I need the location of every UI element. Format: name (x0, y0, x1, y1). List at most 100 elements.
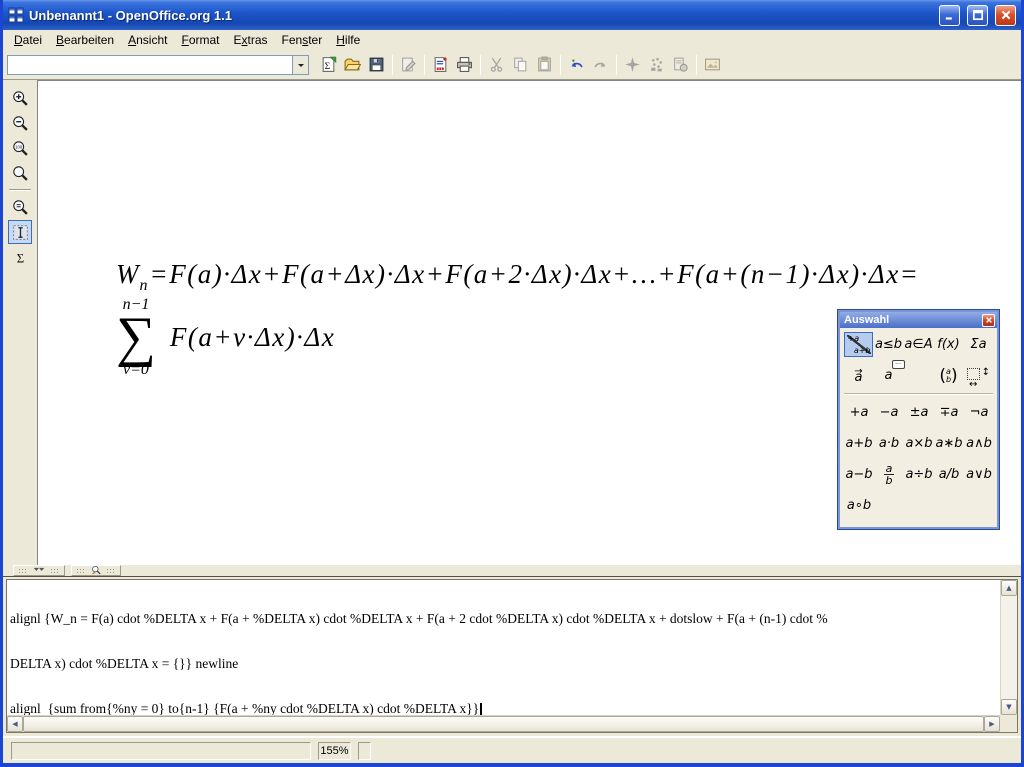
maximize-button[interactable] (967, 5, 988, 26)
palette-symbol-button[interactable]: ¬a (965, 400, 994, 425)
undo-icon (568, 56, 585, 73)
zoom-out-icon (12, 115, 29, 132)
edit-file-button (397, 53, 420, 76)
palette-symbol-button[interactable]: a×b (905, 431, 934, 456)
save-button[interactable] (365, 53, 388, 76)
toolbar-separator (480, 55, 481, 75)
close-button[interactable] (995, 5, 1016, 26)
zoom-100-icon: 100 (12, 140, 29, 157)
palette-symbol-button[interactable]: a÷b (905, 462, 934, 487)
palette-symbol-button[interactable]: ∓a (935, 400, 964, 425)
minimize-button[interactable] (939, 5, 960, 26)
undo-button[interactable] (565, 53, 588, 76)
insert-object-button (669, 53, 692, 76)
scroll-right-button[interactable]: ▶ (984, 716, 1000, 732)
open-button[interactable] (341, 53, 364, 76)
toolbar-separator (392, 55, 393, 75)
command-line: DELTA x) cdot %DELTA x = {}} newline (10, 656, 997, 671)
update-view-button[interactable] (8, 195, 32, 219)
horizontal-scrollbar[interactable]: ◀ ▶ (7, 715, 1000, 732)
splitter-bar[interactable] (3, 565, 1021, 577)
palette-category-brackets[interactable]: (ab) (934, 363, 963, 388)
palette-symbol-button[interactable]: ab (875, 462, 904, 487)
new-formula-button[interactable]: Σ (317, 53, 340, 76)
palette-symbol-button[interactable]: +a (845, 400, 874, 425)
chevron-down-icon (32, 567, 46, 574)
formula-source-editor[interactable]: alignl {W_n = F(a) cdot %DELTA x + F(a +… (7, 580, 1000, 715)
grip-dots (50, 568, 60, 574)
palette-title: Auswahl (844, 314, 982, 326)
palette-category-formats[interactable]: ↕↔ (964, 363, 993, 388)
url-combobox[interactable] (7, 55, 309, 75)
grip-dots (106, 568, 116, 574)
menu-extras[interactable]: Extras (227, 31, 275, 49)
hide-commands-handle[interactable] (13, 565, 65, 576)
zoom-in-icon (12, 90, 29, 107)
close-icon (1000, 9, 1012, 21)
formula-cursor-button[interactable] (8, 220, 32, 244)
menu-bearbeiten[interactable]: Bearbeiten (49, 31, 121, 49)
binom-bracket-icon: (ab) (939, 366, 957, 386)
palette-symbol-button[interactable]: −a (875, 400, 904, 425)
menu-hilfe[interactable]: Hilfe (329, 31, 367, 49)
title-bar: Unbenannt1 - OpenOffice.org 1.1 (3, 0, 1021, 30)
palette-symbol-button[interactable]: ±a (905, 400, 934, 425)
palette-category-functions[interactable]: f(x) (934, 332, 963, 357)
palette-symbol-button[interactable]: a∘b (845, 493, 874, 518)
url-input[interactable] (8, 56, 292, 74)
scroll-track[interactable] (1001, 596, 1017, 699)
palette-category-attributes[interactable]: →a (844, 363, 873, 388)
palette-close-button[interactable] (982, 314, 995, 327)
menu-format[interactable]: Format (174, 31, 226, 49)
palette-symbol-button[interactable]: a+b (845, 431, 874, 456)
edit-doc-icon (400, 56, 417, 73)
gallery-button (701, 53, 724, 76)
export-doc-icon (432, 56, 449, 73)
scroll-up-button[interactable]: ▲ (1001, 580, 1017, 596)
navigator-button (621, 53, 644, 76)
splitter-tool-handle[interactable] (71, 565, 121, 576)
combobox-dropdown-button[interactable] (292, 56, 308, 74)
palette-symbol-button[interactable]: a∗b (935, 431, 964, 456)
palette-category-unary-binary-operators[interactable]: +aa+b (844, 332, 873, 357)
menu-datei[interactable]: Datei (7, 31, 49, 49)
palette-symbol-button[interactable]: a−b (845, 462, 874, 487)
paste-icon (536, 56, 553, 73)
palette-symbol-button[interactable]: a·b (875, 431, 904, 456)
scroll-left-button[interactable]: ◀ (7, 716, 23, 732)
svg-text:Σ: Σ (16, 251, 23, 265)
stylist-icon (648, 56, 665, 73)
formula-line1-body: =F(a)·Δx+F(a+Δx)·Δx+F(a+2·Δx)·Δx+…+F(a+(… (150, 259, 920, 290)
palette-category-set-operations[interactable]: a∈A (904, 332, 933, 357)
menu-ansicht[interactable]: Ansicht (121, 31, 174, 49)
zoom-all-button[interactable] (8, 161, 32, 185)
scroll-down-button[interactable]: ▼ (1001, 699, 1017, 715)
vertical-scrollbar[interactable]: ▲ ▼ (1000, 580, 1017, 715)
scroll-thumb[interactable] (23, 716, 984, 732)
palette-category-relations[interactable]: a≤b (874, 332, 903, 357)
symbols-catalog-button[interactable]: Σ (8, 245, 32, 269)
grip-dots (18, 568, 28, 574)
palette-symbol-button[interactable]: a∧b (965, 431, 994, 456)
svg-text:100: 100 (15, 144, 23, 149)
print-button[interactable] (453, 53, 476, 76)
function-toolbar: Σ (3, 50, 1021, 80)
export-document-button[interactable] (429, 53, 452, 76)
app-icon[interactable] (8, 7, 24, 23)
palette-title-bar[interactable]: Auswahl (840, 312, 997, 328)
palette-symbol-button[interactable]: a/b (935, 462, 964, 487)
unary-binary-icon: +aa+b (846, 334, 872, 355)
zoom-100-button[interactable]: 100 (8, 136, 32, 160)
sigma-doc-icon: Σ (320, 56, 337, 73)
palette-symbol-row: a∘b (844, 490, 996, 521)
minimize-icon (944, 9, 956, 21)
palette-category-operators[interactable]: Σa (964, 332, 993, 357)
zoom-level-panel[interactable]: 155% (318, 742, 351, 760)
palette-category-other[interactable]: a··· (874, 363, 903, 388)
zoom-out-button[interactable] (8, 111, 32, 135)
menu-fenster[interactable]: Fenster (275, 31, 330, 49)
zoom-in-button[interactable] (8, 86, 32, 110)
command-window: alignl {W_n = F(a) cdot %DELTA x + F(a +… (3, 577, 1021, 737)
palette-symbol-button[interactable]: a∨b (965, 462, 994, 487)
save-floppy-icon (368, 56, 385, 73)
